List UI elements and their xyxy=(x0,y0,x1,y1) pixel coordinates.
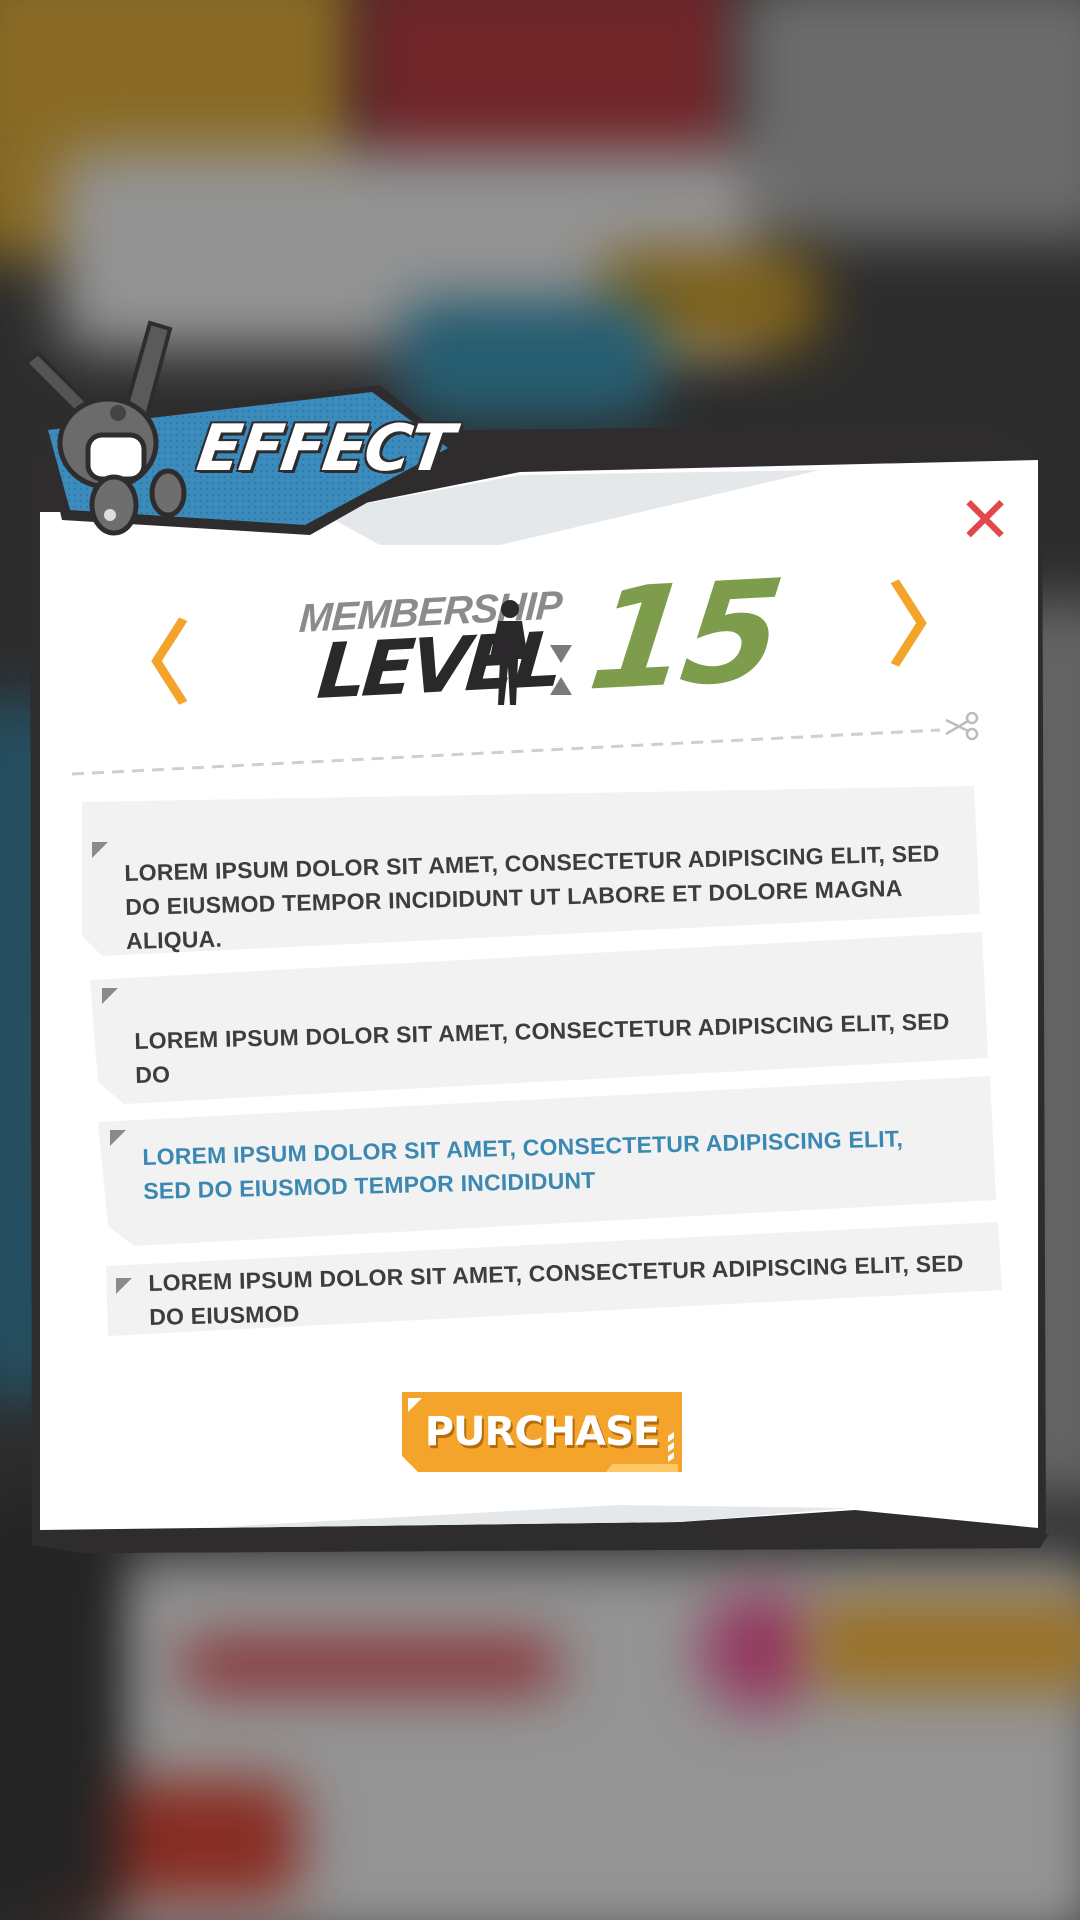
close-icon: ✕ xyxy=(958,484,1012,558)
dashed-divider xyxy=(71,728,941,776)
silhouette-icon xyxy=(490,600,528,705)
corner-marker-icon xyxy=(116,1278,132,1294)
purchase-label: PURCHASE xyxy=(424,1409,661,1455)
close-button[interactable]: ✕ xyxy=(956,489,1014,553)
scissors-icon xyxy=(945,712,979,741)
corner-marker-icon xyxy=(102,988,118,1004)
colon-separator-icon xyxy=(550,645,572,695)
level-value: 15 xyxy=(581,550,786,723)
arrow-right-icon: 〉 xyxy=(888,574,978,679)
effect-item: LOREM IPSUM DOLOR SIT AMET, CONSECTETUR … xyxy=(106,1222,1006,1338)
purchase-button[interactable]: PURCHASE xyxy=(402,1392,682,1472)
next-level-button[interactable]: 〉 xyxy=(888,582,978,672)
corner-marker-icon xyxy=(110,1130,126,1146)
effect-tab-title: EFFECT xyxy=(192,412,457,486)
prev-level-button[interactable]: 〈 xyxy=(100,620,190,710)
corner-marker-icon xyxy=(92,842,108,858)
rabbit-mascot-icon xyxy=(23,320,187,536)
effect-dialog: EFFECT ✕ 〈 〉 MEMBERSHIP LEVEL 15 LOREM I… xyxy=(0,0,1080,1920)
